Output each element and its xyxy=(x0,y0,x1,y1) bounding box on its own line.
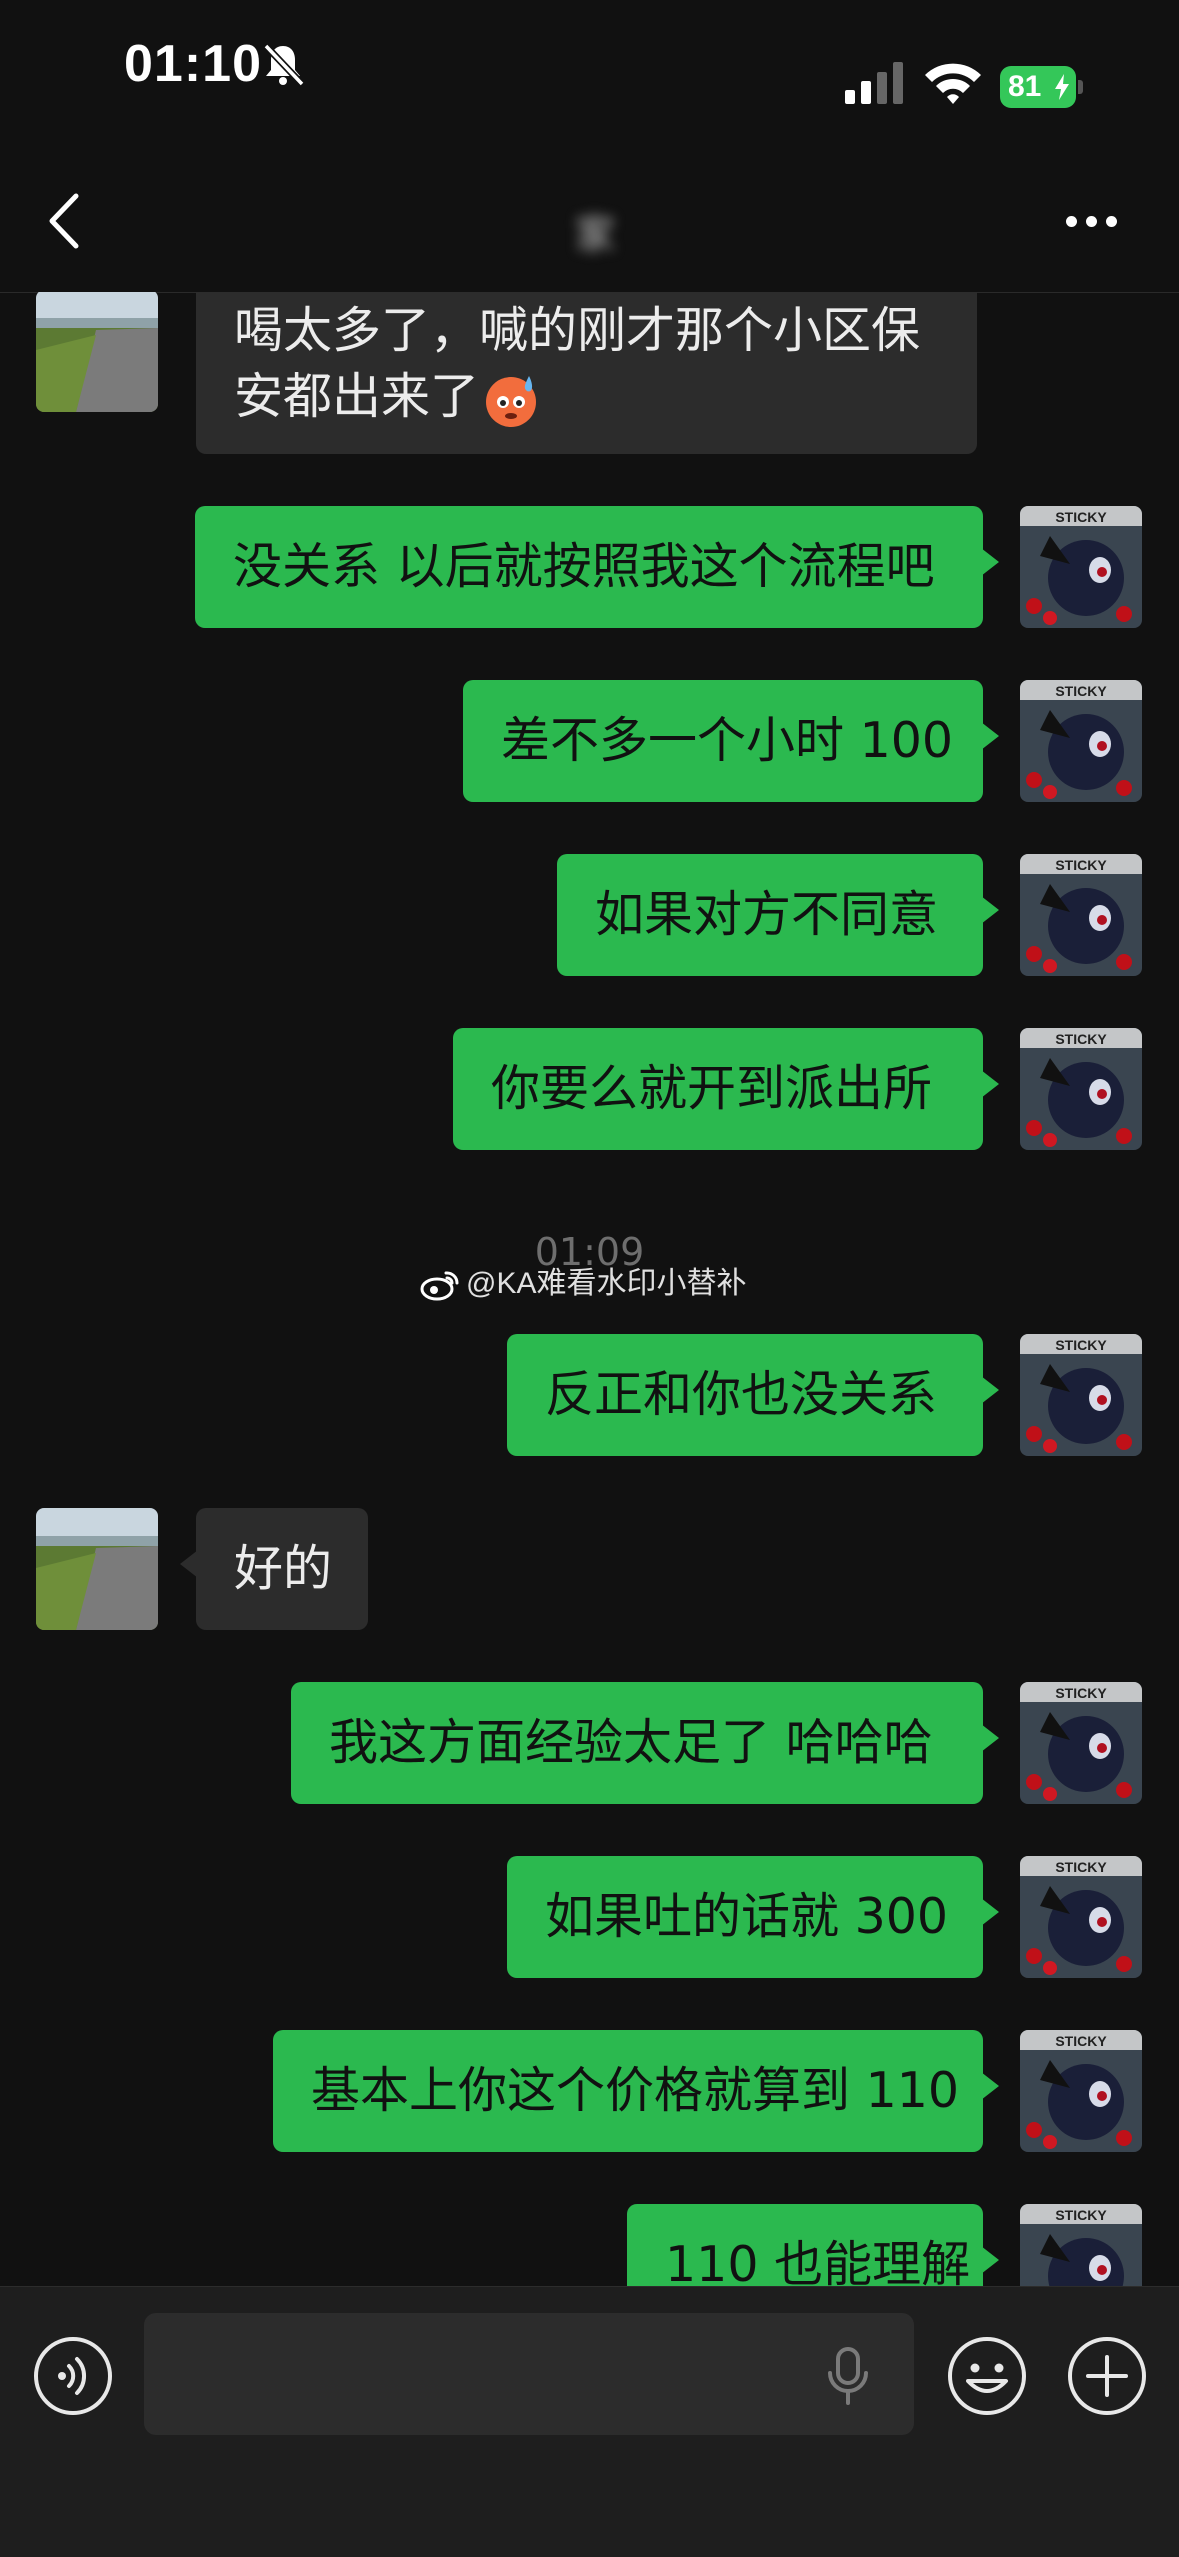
bubble-tail xyxy=(981,1898,999,1926)
message-bubble-self[interactable]: 如果吐的话就 300 xyxy=(507,1856,999,1978)
self-avatar[interactable]: STICKY xyxy=(1020,506,1142,628)
self-avatar[interactable]: STICKY xyxy=(1020,2204,1142,2286)
more-dot-icon xyxy=(1086,216,1097,227)
chat-title: 家 xyxy=(575,212,615,258)
road-landscape-avatar-icon xyxy=(36,1508,158,1630)
message-bubble-self[interactable]: 110 也能理解 xyxy=(627,2204,999,2286)
status-bar: 01:10 81 xyxy=(0,0,1179,130)
svg-text:STICKY: STICKY xyxy=(1055,683,1107,699)
microphone-icon[interactable] xyxy=(822,2347,874,2405)
bubble-tail xyxy=(981,1070,999,1098)
wifi-icon xyxy=(925,63,981,104)
message-text: 如果对方不同意 xyxy=(595,886,939,943)
sticky-monster-avatar-icon: STICKY xyxy=(1020,506,1142,628)
more-dot-icon xyxy=(1106,216,1117,227)
road-landscape-avatar-icon xyxy=(36,292,158,412)
bubble-tail xyxy=(981,1376,999,1404)
battery-level: 81 xyxy=(1008,70,1042,103)
anxious-sweat-face-emoji-icon xyxy=(486,375,537,427)
svg-text:STICKY: STICKY xyxy=(1055,1031,1107,1047)
sticky-monster-avatar-icon: STICKY xyxy=(1020,854,1142,976)
status-time: 01:10 xyxy=(124,35,262,93)
bubble-tail xyxy=(981,2072,999,2100)
input-bar xyxy=(0,2286,1179,2557)
message-bubble-self[interactable]: 我这方面经验太足了 哈哈哈 xyxy=(291,1682,999,1804)
bubble-tail xyxy=(180,1550,198,1578)
sticky-monster-avatar-icon: STICKY xyxy=(1020,2204,1142,2286)
message-text-line2: 安都出来了 xyxy=(234,364,939,430)
self-avatar[interactable]: STICKY xyxy=(1020,1028,1142,1150)
message-text: 喝太多了，喊的刚才那个小区保 xyxy=(234,302,921,359)
bubble-tail xyxy=(981,2246,999,2274)
svg-text:STICKY: STICKY xyxy=(1055,857,1107,873)
more-dot-icon xyxy=(1066,216,1077,227)
emoji-button-icon[interactable] xyxy=(946,2335,1028,2417)
bubble-tail xyxy=(981,722,999,750)
message-text: 基本上你这个价格就算到 110 xyxy=(311,2062,960,2119)
message-list[interactable]: 喝太多了，喊的刚才那个小区保 安都出来了 没关系 以后就按照我这个流程吧 STI… xyxy=(0,292,1179,2286)
self-avatar[interactable]: STICKY xyxy=(1020,1682,1142,1804)
message-text: 110 也能理解 xyxy=(665,2236,971,2286)
weibo-watermark: @KA难看水印小替补 xyxy=(420,1258,746,1302)
svg-text:STICKY: STICKY xyxy=(1055,509,1107,525)
svg-text:STICKY: STICKY xyxy=(1055,1337,1107,1353)
weibo-logo-icon xyxy=(420,1271,459,1301)
svg-text:STICKY: STICKY xyxy=(1055,2207,1107,2223)
chat-header: 家 xyxy=(0,130,1179,293)
battery-indicator: 81 xyxy=(1000,66,1076,108)
message-text: 好的 xyxy=(234,1540,333,1597)
sticky-monster-avatar-icon: STICKY xyxy=(1020,1856,1142,1978)
message-text: 如果吐的话就 300 xyxy=(545,1888,949,1945)
message-text: 我这方面经验太足了 哈哈哈 xyxy=(329,1714,933,1771)
message-text: 你要么就开到派出所 xyxy=(491,1060,933,1117)
message-text: 安都出来了 xyxy=(234,368,480,425)
self-avatar[interactable]: STICKY xyxy=(1020,680,1142,802)
more-options-button[interactable] xyxy=(1062,210,1122,232)
message-bubble-self[interactable]: 反正和你也没关系 xyxy=(507,1334,999,1456)
message-text: 差不多一个小时 100 xyxy=(501,712,954,769)
peer-avatar[interactable] xyxy=(36,292,158,412)
message-bubble-peer[interactable]: 好的 xyxy=(180,1508,368,1630)
self-avatar[interactable]: STICKY xyxy=(1020,1334,1142,1456)
message-bubble-self[interactable]: 你要么就开到派出所 xyxy=(453,1028,999,1150)
watermark-text: @KA难看水印小替补 xyxy=(466,1267,747,1300)
charging-bolt-icon xyxy=(1055,74,1069,100)
message-text: 没关系 以后就按照我这个流程吧 xyxy=(233,538,935,595)
self-avatar[interactable]: STICKY xyxy=(1020,2030,1142,2152)
bubble-tail xyxy=(981,1724,999,1752)
self-avatar[interactable]: STICKY xyxy=(1020,854,1142,976)
peer-avatar[interactable] xyxy=(36,1508,158,1630)
message-text: 反正和你也没关系 xyxy=(545,1366,938,1423)
sticky-monster-avatar-icon: STICKY xyxy=(1020,2030,1142,2152)
bell-muted-icon xyxy=(263,43,305,87)
battery-cap xyxy=(1078,80,1083,94)
bubble-tail xyxy=(981,548,999,576)
cellular-signal-icon xyxy=(845,62,903,104)
message-bubble-peer[interactable]: 喝太多了，喊的刚才那个小区保 安都出来了 xyxy=(196,292,977,454)
message-bubble-self[interactable]: 如果对方不同意 xyxy=(557,854,999,976)
bubble-tail xyxy=(981,896,999,924)
voice-input-button-icon[interactable] xyxy=(32,2335,114,2417)
svg-text:STICKY: STICKY xyxy=(1055,2033,1107,2049)
sticky-monster-avatar-icon: STICKY xyxy=(1020,1028,1142,1150)
sticky-monster-avatar-icon: STICKY xyxy=(1020,1682,1142,1804)
message-bubble-self[interactable]: 差不多一个小时 100 xyxy=(463,680,999,802)
message-bubble-self[interactable]: 没关系 以后就按照我这个流程吧 xyxy=(195,506,999,628)
back-chevron-icon[interactable] xyxy=(40,188,90,254)
self-avatar[interactable]: STICKY xyxy=(1020,1856,1142,1978)
message-bubble-self[interactable]: 基本上你这个价格就算到 110 xyxy=(273,2030,999,2152)
plus-button-icon[interactable] xyxy=(1066,2335,1148,2417)
sticky-monster-avatar-icon: STICKY xyxy=(1020,1334,1142,1456)
message-input[interactable] xyxy=(144,2313,914,2435)
sticky-monster-avatar-icon: STICKY xyxy=(1020,680,1142,802)
svg-text:STICKY: STICKY xyxy=(1055,1859,1107,1875)
svg-text:STICKY: STICKY xyxy=(1055,1685,1107,1701)
